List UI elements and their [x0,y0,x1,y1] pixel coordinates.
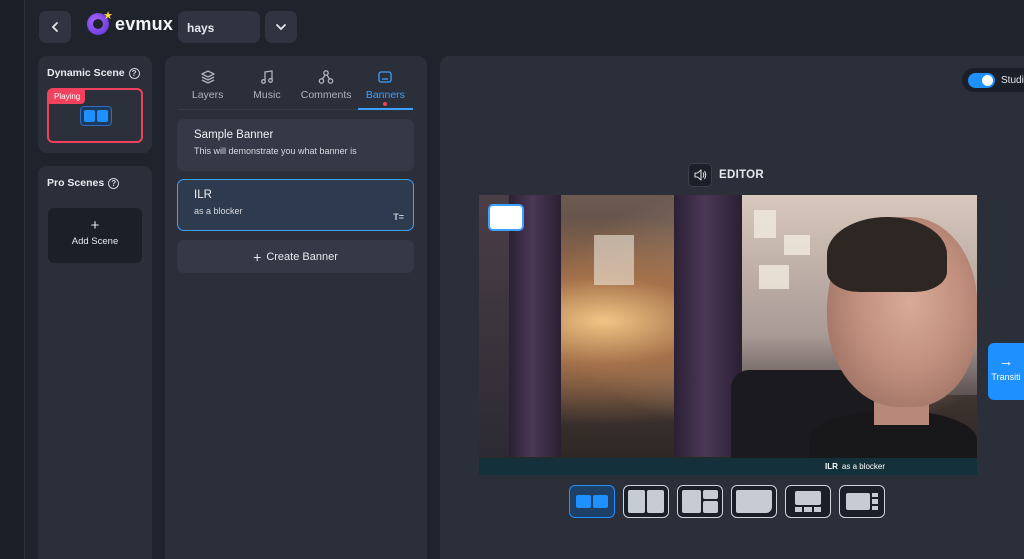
layout-main-side-thumbs[interactable] [839,485,885,518]
editor-header: EDITOR [688,163,764,187]
logo-text: evmux [115,13,174,34]
text-style-icon[interactable]: T= [393,212,404,222]
comments-icon [318,70,334,84]
toggle-switch[interactable] [968,72,995,88]
pro-scenes-title: Pro Scenes ? [47,177,120,189]
banners-panel: Layers Music Comments Banners Sample Ban… [165,56,427,559]
person-hair [827,217,947,292]
dynamic-scene-title-text: Dynamic Scene [47,67,125,79]
layout-two-side-by-side-icon [576,495,608,508]
layout-selector [569,485,885,518]
layout-single-large[interactable] [731,485,777,518]
live-banner[interactable]: ILR as a blocker [479,458,977,475]
speaker-icon [694,169,707,181]
live-dot-icon [383,102,388,106]
dynamic-scene-card[interactable]: Playing [47,88,143,143]
wall-paper [784,235,810,255]
layout-split-quad-icon [682,490,718,513]
project-name-field[interactable]: hays [178,11,260,43]
transition-button[interactable]: → Transiti [988,343,1024,400]
layout-two-split-icon [628,490,664,513]
add-scene-label: Add Scene [71,236,119,247]
tab-music-label: Music [253,89,281,101]
video-canvas[interactable]: ILR as a blocker [479,195,977,475]
playing-badge: Playing [49,90,86,104]
dynamic-scene-panel: Dynamic Scene ? Playing [38,56,152,153]
tab-comments[interactable]: Comments [297,68,356,109]
speaker-button[interactable] [688,163,712,187]
evmux-logo: ★ evmux [87,10,174,35]
logo-mark-icon: ★ [87,10,113,35]
banner-item-selected[interactable]: ILR as a blocker T= [177,179,414,231]
tab-banners-label: Banners [365,89,405,101]
studio-toggle[interactable]: Studi [962,68,1024,92]
overlay-tag[interactable] [488,204,524,231]
tab-comments-label: Comments [300,89,352,101]
banner-title: Sample Banner [194,129,274,141]
tab-music[interactable]: Music [237,68,296,109]
layout-single-large-icon [736,490,772,513]
project-dropdown-button[interactable] [265,11,297,43]
layout-main-bottom-thumbs[interactable] [785,485,831,518]
wall-left [479,195,509,457]
create-banner-label: Create Banner [266,250,338,263]
add-scene-button[interactable]: + Add Scene [48,208,142,263]
plus-icon: + [90,217,100,234]
wall-paper [594,235,634,285]
layout-two-side-by-side[interactable] [569,485,615,518]
layout-split-quad[interactable] [677,485,723,518]
left-edge-bar [0,0,25,559]
banner-subtitle: This will demonstrate you what banner is [194,146,357,156]
studio-toggle-label: Studi [1001,74,1024,86]
curtain [509,195,561,457]
evmux-app: ★ evmux hays Dynamic Scene ? Playing Pro… [25,0,1024,559]
chevron-down-icon [276,24,286,31]
chevron-left-icon [51,22,58,32]
wall-paper [759,265,789,289]
wall-paper [754,210,776,238]
music-icon [260,70,273,84]
tab-layers[interactable]: Layers [178,68,237,109]
help-icon[interactable]: ? [128,67,140,79]
editor-panel: Studi EDITOR ILR as a blocker → Transiti [440,56,1024,559]
banner-title: ILR [194,189,212,201]
live-banner-subtitle: as a blocker [841,462,886,471]
scene-layout-icon [80,106,112,126]
pro-scenes-panel: Pro Scenes ? + Add Scene [38,166,152,559]
dynamic-scene-title: Dynamic Scene ? [47,67,140,79]
arrow-right-icon: → [998,353,1014,370]
tab-banners[interactable]: Banners [356,68,415,110]
layout-main-bottom-thumbs-icon [795,491,821,512]
live-banner-title: ILR [825,462,838,471]
banner-subtitle: as a blocker [194,206,243,216]
help-icon[interactable]: ? [108,177,120,189]
tab-layers-label: Layers [191,89,224,101]
back-button[interactable] [39,11,71,43]
pro-scenes-title-text: Pro Scenes [47,177,105,189]
layout-two-split[interactable] [623,485,669,518]
plus-icon: + [253,248,262,265]
create-banner-button[interactable]: + Create Banner [177,240,414,273]
layout-main-side-thumbs-icon [846,493,878,510]
layers-icon [200,70,215,84]
banner-item[interactable]: Sample Banner This will demonstrate you … [177,119,414,171]
transition-label: Transiti [991,372,1021,382]
panel-tabs: Layers Music Comments Banners [178,68,415,110]
editor-title: EDITOR [719,169,765,181]
banner-icon [378,71,393,83]
